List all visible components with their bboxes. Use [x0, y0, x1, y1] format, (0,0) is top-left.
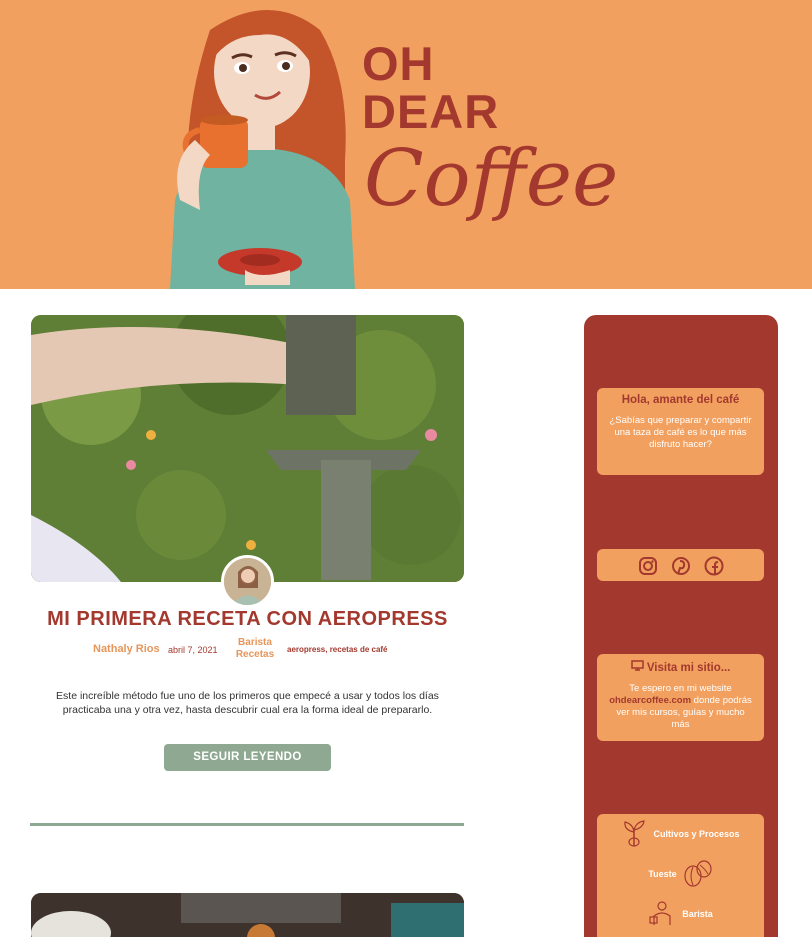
visit-title: Visita mi sitio...: [646, 662, 731, 674]
nav-cultivos-label: Cultivos y Procesos: [653, 829, 740, 839]
greeting-card: Hola, amante del café ¿Sabías que prepar…: [597, 388, 764, 475]
logo-line-oh: OH: [362, 37, 435, 90]
social-card: [597, 549, 764, 581]
facebook-icon[interactable]: [703, 556, 725, 578]
post-featured-image[interactable]: [31, 315, 464, 582]
post-tags[interactable]: aeropress, recetas de café: [287, 645, 388, 654]
category-link-barista[interactable]: Barista: [226, 637, 284, 649]
nav-barista[interactable]: Barista: [597, 894, 764, 934]
site-header: OH DEAR Coffee: [0, 0, 812, 289]
author-avatar[interactable]: [221, 555, 274, 608]
category-nav-card: Cultivos y Procesos Tueste Barista: [597, 814, 764, 937]
nav-tueste-label: Tueste: [648, 869, 677, 879]
greeting-title: Hola, amante del café: [621, 394, 740, 406]
post-date: abril 7, 2021: [168, 645, 218, 655]
logo-line-coffee: Coffee: [364, 134, 619, 224]
monitor-icon: [630, 660, 647, 674]
post-excerpt: Este increíble método fue uno de los pri…: [56, 690, 439, 716]
barista-icon: [648, 899, 676, 929]
pinterest-icon[interactable]: [670, 556, 692, 578]
nav-cultivos[interactable]: Cultivos y Procesos: [597, 814, 764, 854]
website-link[interactable]: ohdearcoffee.com: [609, 695, 691, 706]
coffee-plant-icon: [621, 818, 647, 850]
site-logo[interactable]: OH DEAR Coffee: [362, 37, 619, 225]
post-author[interactable]: Nathaly Rios: [93, 643, 160, 655]
nav-tueste[interactable]: Tueste: [597, 854, 764, 894]
logo-line-dear: DEAR: [362, 85, 500, 138]
greeting-text: ¿Sabías que preparar y compartir una taz…: [609, 415, 752, 450]
post-title[interactable]: MI PRIMERA RECETA CON AEROPRESS: [31, 608, 464, 631]
sidebar: Hola, amante del café ¿Sabías que prepar…: [584, 315, 778, 937]
category-link-recetas[interactable]: Recetas: [226, 649, 284, 661]
visit-text-before: Te espero en mi website: [629, 683, 732, 694]
next-post-image[interactable]: [31, 893, 464, 937]
coffee-beans-icon: [683, 859, 713, 889]
read-more-button[interactable]: SEGUIR LEYENDO: [164, 744, 331, 771]
post-divider: [30, 823, 464, 826]
visit-site-card: Visita mi sitio... Te espero en mi websi…: [597, 654, 764, 741]
nav-barista-label: Barista: [682, 909, 713, 919]
visit-text: Te espero en mi website ohdearcoffee.com…: [597, 683, 764, 731]
instagram-icon[interactable]: [637, 556, 659, 578]
post-categories: Barista Recetas: [226, 637, 284, 661]
mascot-illustration: [170, 10, 355, 289]
